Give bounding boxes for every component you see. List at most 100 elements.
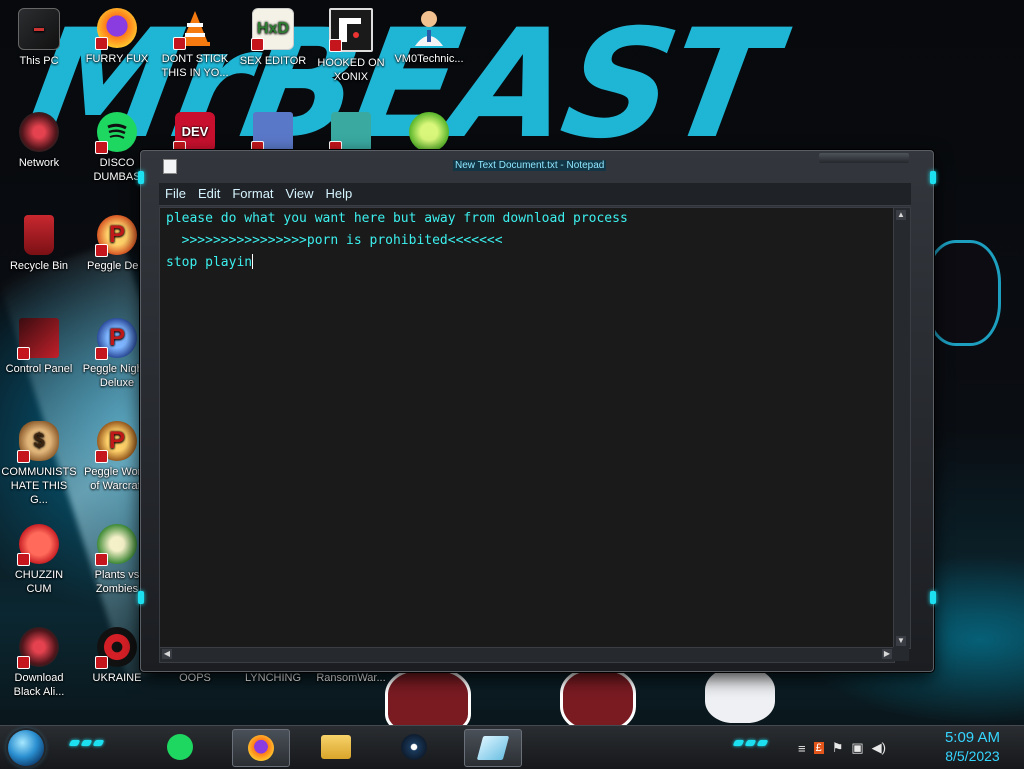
desktop-icon-download-black-ali[interactable]: Download Black Ali... [0, 627, 78, 699]
recycle-bin-icon [24, 215, 54, 255]
volume-icon[interactable]: ◀) [872, 740, 886, 756]
plants-vs-zombies-icon [95, 524, 137, 566]
vlc-cone-icon [173, 8, 215, 50]
file-explorer-icon [321, 735, 351, 759]
taskbar-clock[interactable]: 5:09 AM 8/5/2023 [945, 729, 1000, 765]
taskbar-app-spotify[interactable] [152, 729, 208, 765]
desktop-icon-this-pc[interactable]: ▬ This PC [0, 8, 78, 68]
taskbar-decoration [732, 740, 769, 748]
desktop-icon-label: Network [18, 157, 60, 169]
frame-led [138, 171, 144, 184]
taskbar-decoration [68, 740, 105, 748]
wallpaper-shoe [705, 668, 775, 723]
desktop-icon-chuzzin-cum[interactable]: CHUZZIN CUM [0, 524, 78, 596]
desktop-icon-label: COMMUNISTS HATE THIS G... [1, 466, 77, 506]
menu-file[interactable]: File [159, 183, 192, 205]
wallpaper-figure [925, 240, 1001, 346]
clock-time: 5:09 AM [944, 729, 1000, 746]
network-icon [19, 112, 59, 152]
desktop-icon-label: LYNCHING [244, 672, 302, 684]
desktop-icon-label: OOPS [179, 672, 211, 684]
menu-view[interactable]: View [280, 183, 320, 205]
system-tray: ≡ £ ⚑ ▣ ◀) [798, 736, 886, 760]
clock-date: 8/5/2023 [945, 748, 1000, 764]
shortcut-arrow-icon [95, 347, 108, 360]
peggle-wow-icon: P [95, 421, 137, 463]
chuzzle-icon [17, 524, 59, 566]
desktop-icon-label: Download Black Ali... [13, 672, 65, 698]
shortcut-arrow-icon [329, 39, 342, 52]
desktop-icon-sex-editor[interactable]: HxD SEX EDITOR [234, 8, 312, 68]
taskbar-app-notepad[interactable] [464, 729, 522, 767]
download-icon [17, 627, 59, 669]
desktop-icon-communists[interactable]: $ COMMUNISTS HATE THIS G... [0, 421, 78, 507]
santa-game-icon [329, 112, 371, 154]
resize-grip[interactable] [893, 647, 909, 661]
editor-line: please do what you want here but away fr… [166, 211, 628, 226]
menu-format[interactable]: Format [226, 183, 279, 205]
show-desktop-icon[interactable]: ≡ [798, 741, 806, 756]
shortcut-arrow-icon [251, 38, 264, 51]
computer-icon: ▬ [18, 8, 60, 50]
shortcut-arrow-icon [17, 656, 30, 669]
menu-bar: File Edit Format View Help [159, 183, 911, 206]
hex-editor-icon: HxD [251, 8, 294, 51]
shortcut-arrow-icon [173, 37, 186, 50]
window-controls[interactable] [819, 153, 909, 163]
firefox-icon [95, 8, 137, 50]
shortcut-arrow-icon [95, 37, 108, 50]
taskbar-app-firefox[interactable] [232, 729, 290, 767]
desktop-icon-hooked-on-xonix[interactable]: HOOKED ON XONIX [312, 8, 390, 84]
scroll-left-arrow-icon[interactable]: ◀ [162, 649, 172, 659]
desktop-icon-label: HOOKED ON XONIX [317, 57, 385, 83]
desktop-icon-dont-stick[interactable]: DONT STICK THIS IN YO... [156, 8, 234, 80]
peggle-icon: P [95, 215, 137, 257]
menu-help[interactable]: Help [319, 183, 358, 205]
vertical-scrollbar[interactable]: ▲ ▼ [893, 207, 911, 649]
start-button[interactable] [8, 730, 44, 766]
desktop-icon-label: FURRY FUX [85, 53, 149, 65]
text-caret [252, 254, 254, 269]
desktop-icon-label: RansomWar... [316, 672, 386, 684]
notepad-window[interactable]: New Text Document.txt - Notepad File Edi… [138, 150, 936, 672]
network-icon[interactable]: ▣ [851, 740, 863, 756]
editor-line: stop playin [166, 255, 253, 270]
shortcut-arrow-icon [17, 450, 30, 463]
shortcut-arrow-icon [95, 450, 108, 463]
desktop-icon-furry-fux[interactable]: FURRY FUX [78, 8, 156, 66]
desktop-icon-label: UKRAINE [92, 672, 142, 684]
steam-icon [401, 734, 427, 760]
scroll-down-arrow-icon[interactable]: ▼ [896, 636, 906, 646]
taskbar: ≡ £ ⚑ ▣ ◀) 5:09 AM 8/5/2023 [0, 725, 1024, 769]
spotify-icon [167, 734, 193, 760]
shortcut-arrow-icon [17, 553, 30, 566]
scroll-right-arrow-icon[interactable]: ▶ [882, 649, 892, 659]
shortcut-arrow-icon [95, 553, 108, 566]
text-editor-area[interactable]: please do what you want here but away fr… [159, 207, 895, 649]
scroll-up-arrow-icon[interactable]: ▲ [896, 210, 906, 220]
taskbar-app-file-explorer[interactable] [308, 729, 364, 765]
shortcut-arrow-icon [95, 244, 108, 257]
xonix-game-icon [329, 8, 373, 52]
shortcut-arrow-icon [95, 141, 108, 154]
desktop-icon-label: VM0Technic... [394, 53, 464, 65]
menu-edit[interactable]: Edit [192, 183, 226, 205]
money-bag-icon: $ [17, 421, 59, 463]
desktop-icon-recycle-bin[interactable]: Recycle Bin [0, 215, 78, 273]
frame-led [930, 591, 936, 604]
desktop-icon-label: CHUZZIN CUM [14, 569, 64, 595]
desktop-icon-control-panel[interactable]: Control Panel [0, 318, 78, 376]
window-title-bar[interactable]: New Text Document.txt - Notepad [141, 151, 933, 179]
horizontal-scrollbar[interactable]: ◀ ▶ [159, 647, 895, 663]
taskbar-app-steam[interactable] [386, 729, 442, 765]
id-card-icon [251, 112, 293, 154]
window-title: New Text Document.txt - Notepad [453, 160, 607, 171]
desktop-icon-vm0technic[interactable]: VM0Technic... [390, 8, 468, 66]
desktop-icon-label: DONT STICK THIS IN YO... [161, 53, 229, 79]
frame-led [930, 171, 936, 184]
desktop-icon-label: Control Panel [5, 363, 73, 375]
shortcut-arrow-icon [17, 347, 30, 360]
flag-icon[interactable]: ⚑ [832, 740, 844, 756]
desktop-icon-network[interactable]: Network [0, 112, 78, 170]
language-icon[interactable]: £ [813, 742, 824, 754]
